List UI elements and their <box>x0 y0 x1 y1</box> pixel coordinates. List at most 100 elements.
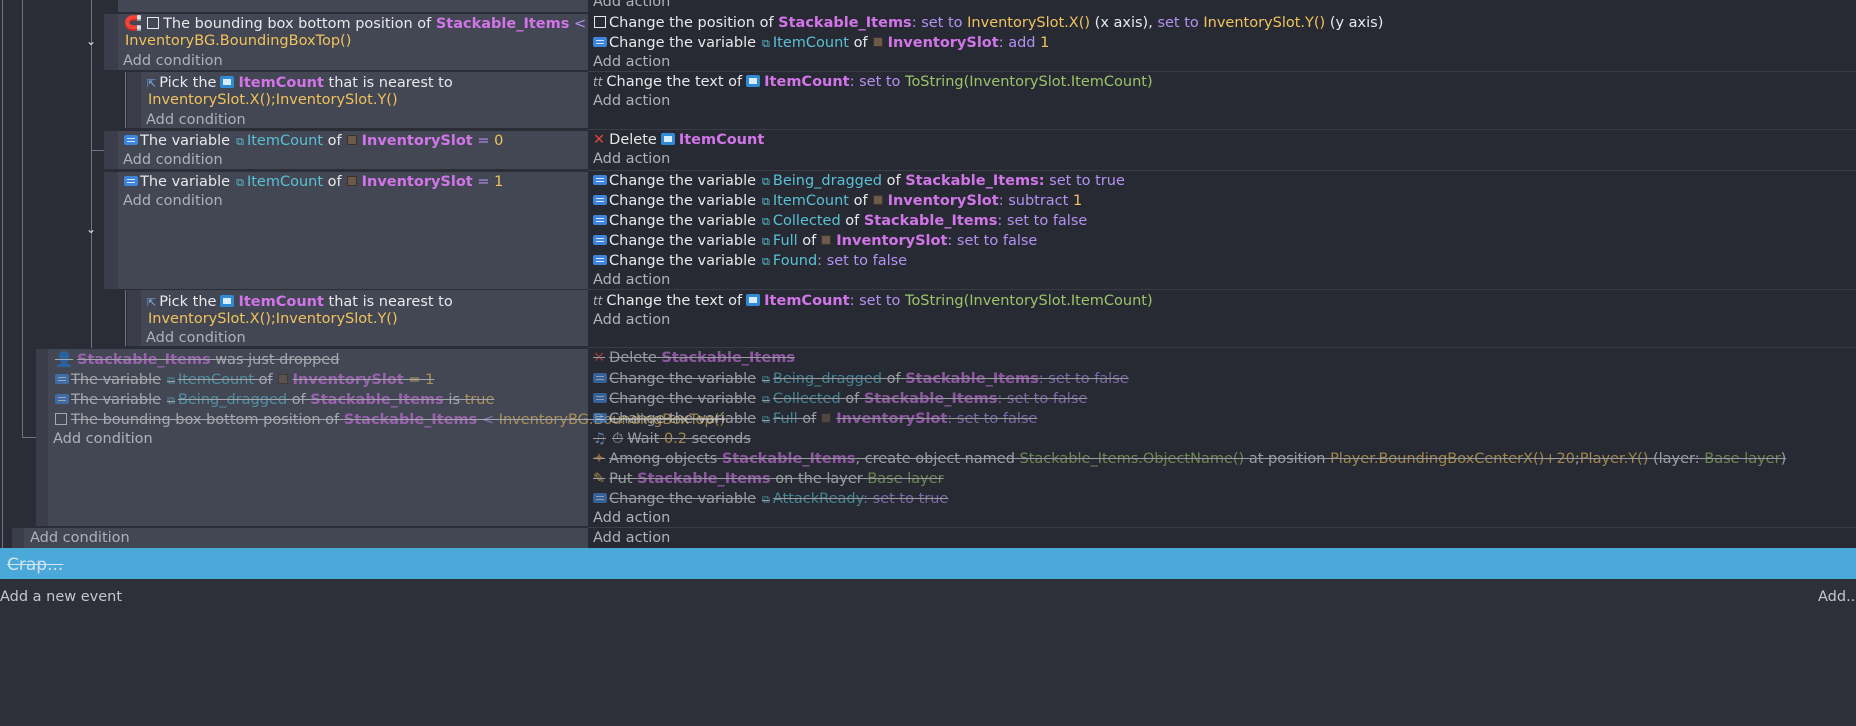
condition-variable-equals[interactable]: The variable ⧉ ItemCount of InventorySlot =… <box>124 172 503 192</box>
add-action-link[interactable]: Add action <box>593 149 670 169</box>
add-condition-link[interactable]: Add condition <box>53 429 153 449</box>
bottom-bar <box>0 579 1856 726</box>
add-new-event-link[interactable]: Add a new event <box>0 587 122 607</box>
previous-event-condition-tail <box>118 0 588 12</box>
add-menu-button[interactable]: Add... <box>1818 587 1856 607</box>
add-condition-link[interactable]: Add condition <box>30 528 130 548</box>
action-change-text[interactable]: tt Change the text of ItemCount: set to To… <box>593 72 1153 92</box>
tree-line <box>22 0 23 438</box>
variable-icon: ⧉ <box>167 374 175 387</box>
add-action-link[interactable]: Add action <box>593 508 670 528</box>
variable-icon <box>593 493 607 503</box>
tree-line <box>125 290 126 346</box>
add-action-link[interactable]: Add action <box>593 270 670 290</box>
add-action-link[interactable]: Add action <box>593 0 670 12</box>
action-change-variable[interactable]: Change the variable ⧉ Collected of Stackab… <box>593 389 1087 409</box>
action-change-global-variable[interactable]: Change the variable ⧉ Found: set to false <box>593 251 907 271</box>
event-gutter[interactable] <box>104 14 118 70</box>
action-change-variable[interactable]: Change the variable ⧉ Collected of Stackab… <box>593 211 1087 231</box>
object-icon <box>346 176 357 186</box>
tree-line <box>91 150 105 151</box>
action-change-variable[interactable]: Change the variable ⧉ Being_dragged of Sta… <box>593 171 1125 191</box>
chevron-down-icon[interactable]: ⌄ <box>86 219 96 239</box>
condition-variable-equals[interactable]: The variable ⧉ ItemCount of InventorySlot =… <box>124 131 503 151</box>
variable-icon: ⧉ <box>236 135 244 148</box>
action-change-variable[interactable]: Change the variable ⧉ ItemCount of Inventor… <box>593 191 1082 211</box>
action-wait[interactable]: ♫ ⏱ Wait 0.2 seconds <box>593 429 751 449</box>
action-change-variable[interactable]: Change the variable ⧉ Full of InventorySlot… <box>593 409 1037 429</box>
condition-just-dropped[interactable]: 👤 Stackable_Items was just dropped <box>55 350 339 370</box>
variable-icon: ⧉ <box>762 413 770 426</box>
variable-icon: ⧉ <box>762 393 770 406</box>
drag-icon: 🧲 <box>124 16 143 32</box>
text-icon: tt <box>593 294 603 308</box>
condition-value: InventorySlot.X();InventorySlot.Y() <box>148 311 398 327</box>
object-icon <box>872 195 883 205</box>
divider <box>588 527 1856 528</box>
object-icon <box>660 133 675 145</box>
object-icon <box>346 135 357 145</box>
add-action-link[interactable]: Add action <box>593 52 670 72</box>
action-delete[interactable]: ✕ Delete ItemCount <box>593 130 764 150</box>
add-action-link[interactable]: Add action <box>593 310 670 330</box>
variable-icon <box>593 393 607 403</box>
action-change-variable[interactable]: Change the variable ⧉ Being_dragged of Sta… <box>593 369 1129 389</box>
variable-icon <box>593 37 607 47</box>
variable-icon <box>124 135 138 145</box>
divider <box>588 129 1856 130</box>
object-icon <box>746 75 761 87</box>
action-change-position[interactable]: Change the position of Stackable_Items: … <box>593 13 1383 33</box>
action-change-variable[interactable]: Change the variable ⧉ Full of InventorySlot… <box>593 231 1037 251</box>
add-action-link[interactable]: Add action <box>593 91 670 111</box>
variable-icon: ⧉ <box>762 373 770 386</box>
condition-value: InventorySlot.X();InventorySlot.Y() <box>148 92 398 108</box>
variable-icon <box>593 195 607 205</box>
event-gutter[interactable] <box>127 290 141 346</box>
condition-variable-equals[interactable]: The variable ⧉ ItemCount of InventorySlot =… <box>55 370 434 390</box>
variable-icon <box>593 373 607 383</box>
variable-icon <box>593 215 607 225</box>
action-change-text[interactable]: tt Change the text of ItemCount: set to To… <box>593 291 1153 311</box>
globe-variable-icon: ⧉ <box>762 493 770 506</box>
object-icon <box>872 37 883 47</box>
variable-icon: ⧉ <box>762 195 770 208</box>
variable-icon: ⧉ <box>236 176 244 189</box>
variable-icon <box>593 255 607 265</box>
pick-icon: ⇱ <box>147 77 157 90</box>
event-gutter[interactable] <box>127 72 141 128</box>
add-condition-link[interactable]: Add condition <box>146 110 246 130</box>
add-condition-link[interactable]: Add condition <box>123 51 223 71</box>
action-change-variable[interactable]: Change the variable ⧉ ItemCount of Inventor… <box>593 33 1049 53</box>
chevron-down-icon[interactable]: ⌄ <box>86 31 96 51</box>
variable-icon <box>55 394 69 404</box>
divider <box>588 289 1856 290</box>
event-gutter[interactable] <box>104 131 118 169</box>
add-action-link[interactable]: Add action <box>593 528 670 548</box>
event-gutter[interactable] <box>36 349 48 526</box>
music-note-icon: ♫ <box>593 431 606 447</box>
action-put-on-layer[interactable]: ✎ Put Stackable_Items on the layer Base l… <box>593 469 944 489</box>
event-gutter[interactable] <box>12 528 24 548</box>
object-icon <box>821 235 832 245</box>
tree-line <box>125 72 126 128</box>
action-create-object[interactable]: ✦ Among objects Stackable_Items, create o… <box>593 449 1786 469</box>
add-condition-link[interactable]: Add condition <box>146 328 246 348</box>
variable-icon <box>593 413 607 423</box>
condition-variable-boolean[interactable]: The variable ⧉ Being_dragged of Stackable_… <box>55 390 494 410</box>
variable-icon <box>55 374 69 384</box>
tree-line <box>2 0 3 548</box>
create-object-icon: ✦ <box>593 451 606 467</box>
variable-icon: ⧉ <box>762 235 770 248</box>
variable-icon <box>124 176 138 186</box>
event-gutter[interactable] <box>104 172 118 289</box>
group-title[interactable]: Crap... <box>7 553 63 577</box>
group-bar[interactable] <box>0 548 1856 579</box>
action-change-global-variable[interactable]: Change the variable ⧉ AttackReady: set to … <box>593 489 948 509</box>
checkbox-icon <box>147 17 160 29</box>
object-icon <box>746 294 761 306</box>
add-condition-link[interactable]: Add condition <box>123 191 223 211</box>
action-delete[interactable]: ✕ Delete Stackable_Items <box>593 348 795 368</box>
x-icon: ✕ <box>593 132 606 148</box>
add-condition-link[interactable]: Add condition <box>123 150 223 170</box>
variable-icon: ⧉ <box>762 175 770 188</box>
